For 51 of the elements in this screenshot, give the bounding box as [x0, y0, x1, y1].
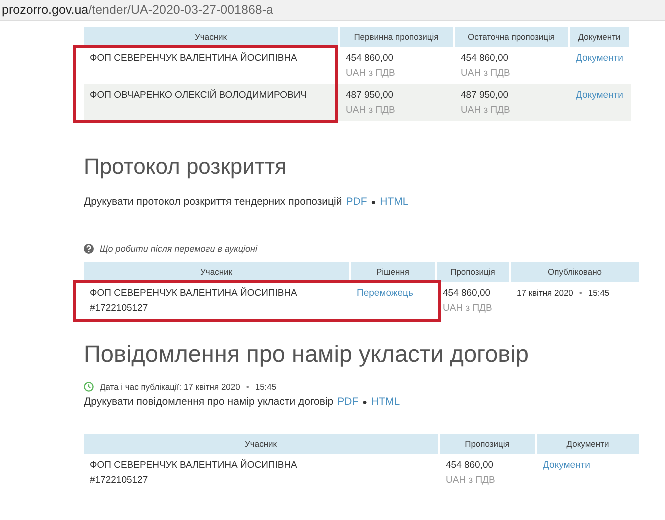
html-link[interactable]: HTML [372, 396, 400, 408]
column-header: Учасник [84, 262, 351, 282]
initial-bid: 487 950,00 [346, 90, 395, 101]
separator-dot: • [246, 382, 250, 392]
print-label: Друкувати протокол розкриття тендерних пропозицій [84, 196, 342, 208]
column-header: Документи [570, 27, 631, 47]
print-label: Друкувати повідомлення про намір укласти договір [84, 396, 334, 408]
column-header: Документи [537, 434, 641, 454]
column-header: Пропозиція [437, 262, 511, 282]
currency-note: UAH з ПДВ [461, 68, 512, 79]
participant-name: ФОП СЕВЕРЕНЧУК ВАЛЕНТИНА ЙОСИПІВНА [90, 53, 298, 64]
currency-note: UAH з ПДВ [346, 68, 396, 79]
participant-id: #1722105127 [90, 475, 150, 486]
final-bid: 454 860,00 [461, 53, 510, 64]
documents-link[interactable]: Документи [576, 53, 625, 64]
pdf-link[interactable]: PDF [338, 396, 359, 408]
publish-time: 15:45 [588, 288, 610, 300]
decision-link[interactable]: Переможець [357, 288, 431, 299]
html-link[interactable]: HTML [380, 196, 409, 208]
column-header: Остаточна пропозиція [455, 27, 570, 47]
column-header: Учасник [84, 27, 340, 47]
participant-id: #1722105127 [90, 303, 150, 314]
initial-bid: 454 860,00 [346, 53, 395, 64]
participant-name: ФОП СЕВЕРЕНЧУК ВАЛЕНТИНА ЙОСИПІВНА [90, 288, 298, 299]
currency-note: UAH з ПДВ [443, 303, 494, 314]
column-header: Первинна пропозиція [340, 27, 455, 47]
separator-dot: ● [362, 398, 368, 406]
help-link[interactable]: Що робити після перемоги в аукціоні [100, 244, 258, 254]
pdf-link[interactable]: PDF [346, 196, 368, 208]
help-icon [84, 244, 94, 254]
section-heading: Протокол розкриття [84, 154, 288, 180]
publication-date: Дата і час публікації: 17 квітня 2020 [100, 382, 240, 392]
publication-time: 15:45 [255, 382, 277, 392]
publish-date: 17 квітня 2020 [517, 288, 574, 300]
final-bid: 487 950,00 [461, 90, 510, 101]
column-header: Пропозиція [440, 434, 537, 454]
clock-icon [84, 382, 94, 392]
separator-dot: • [579, 288, 582, 300]
currency-note: UAH з ПДВ [446, 475, 496, 486]
column-header: Рішення [351, 262, 437, 282]
currency-note: UAH з ПДВ [461, 105, 512, 116]
section-heading: Повідомлення про намір укласти договір [84, 341, 530, 368]
documents-link[interactable]: Документи [543, 460, 635, 471]
bid-amount: 454 860,00 [446, 460, 495, 471]
column-header: Опубліковано [511, 262, 641, 282]
currency-note: UAH з ПДВ [346, 105, 396, 116]
bid-amount: 454 860,00 [443, 288, 492, 299]
participant-name: ФОП ОВЧАРЕНКО ОЛЕКСІЙ ВОЛОДИМИРОВИЧ [90, 90, 308, 101]
participant-name: ФОП СЕВЕРЕНЧУК ВАЛЕНТИНА ЙОСИПІВНА [90, 460, 298, 471]
separator-dot: ● [371, 198, 376, 206]
column-header: Учасник [84, 434, 440, 454]
